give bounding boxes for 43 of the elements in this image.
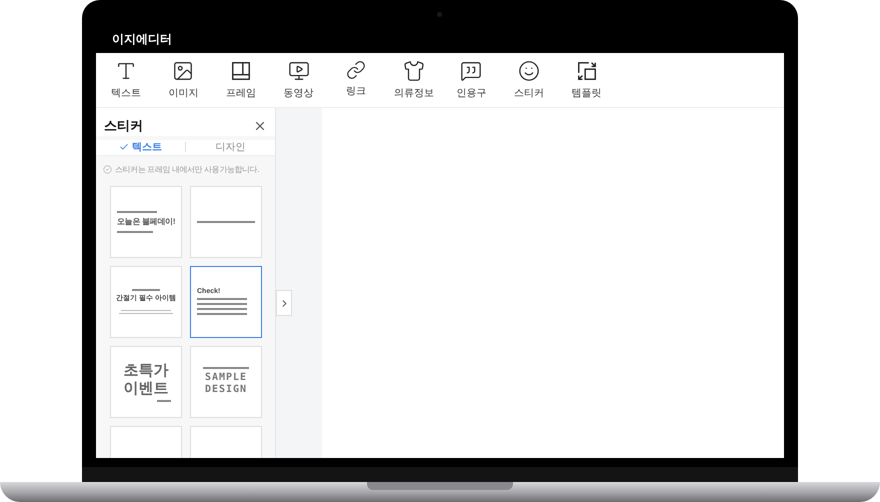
text-line-drawing (197, 313, 247, 315)
panel-tab[interactable]: 디자인 (186, 140, 275, 154)
text-line-drawing (197, 298, 247, 300)
smiley-icon (518, 60, 540, 82)
toolbar-button[interactable]: 스티커 (500, 60, 558, 101)
quote-icon (460, 60, 482, 82)
text-line-drawing (132, 289, 160, 291)
expand-handle[interactable] (276, 290, 292, 316)
text-line-drawing (197, 308, 247, 310)
check-icon (119, 142, 129, 152)
shirt-icon (402, 60, 425, 82)
video-icon (288, 60, 310, 82)
toolbar-button[interactable]: 이미지 (154, 60, 212, 101)
toolbar-button[interactable]: 링크 (327, 60, 385, 99)
text-line-drawing (117, 230, 153, 232)
sticker-thumbnail[interactable]: SAMPLE DESIGN (190, 346, 262, 418)
text-line-drawing (197, 303, 247, 305)
sticker-thumbnail[interactable] (190, 186, 262, 258)
sticker-heading: SAMPLE DESIGN (204, 372, 248, 396)
image-icon (172, 60, 194, 82)
text-line-drawing (117, 210, 157, 212)
panel-title: 스티커 (104, 117, 143, 135)
sticker-thumbnail[interactable]: 오늘은 블페데이! (110, 186, 182, 258)
toolbar-button[interactable]: 프레임 (212, 60, 270, 101)
link-icon (346, 60, 366, 80)
toolbar-button[interactable]: 동영상 (270, 60, 328, 101)
info-check-icon (103, 165, 112, 174)
toolbar-button[interactable]: 템플릿 (558, 60, 616, 101)
toolbar-button[interactable]: 인용구 (442, 60, 500, 101)
sticker-heading: 오늘은 블페데이! (117, 216, 175, 226)
toolbar-button[interactable]: 텍스트 (97, 60, 155, 101)
notice-text: 스티커는 프레임 내에서만 사용가능합니다. (115, 164, 260, 176)
camera-icon (437, 12, 442, 17)
window-title: 이지에디터 (112, 31, 172, 48)
sticker-heading: 초특가 이벤트 (122, 362, 170, 398)
panel-tab[interactable]: 텍스트 (96, 140, 185, 154)
text-line-drawing (203, 367, 249, 369)
sticker-thumbnail[interactable]: 초특가 이벤트 (110, 346, 182, 418)
template-icon (576, 60, 598, 82)
text-line-drawing (157, 400, 171, 402)
frame-icon (230, 60, 252, 82)
text-line-drawing (197, 220, 255, 222)
toolbar-button[interactable]: 의류정보 (384, 60, 443, 101)
